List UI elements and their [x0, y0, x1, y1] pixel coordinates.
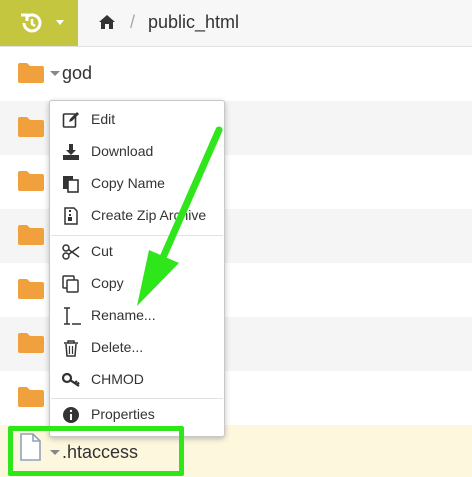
menu-item-download[interactable]: Download [50, 137, 224, 167]
scissors-icon [62, 244, 80, 260]
menu-item-label: Create Zip Archive [91, 207, 207, 223]
trash-icon [64, 340, 78, 357]
history-button[interactable] [0, 0, 78, 46]
folder-icon [18, 225, 44, 245]
breadcrumb-separator: / [130, 12, 136, 32]
menu-item-label: Edit [91, 111, 116, 127]
folder-icon [18, 63, 44, 83]
menu-item-label: CHMOD [91, 371, 144, 387]
edit-icon [62, 112, 79, 128]
menu-item-copy[interactable]: Copy [50, 269, 224, 299]
menu-item-delete[interactable]: Delete... [50, 333, 224, 363]
history-icon [21, 13, 42, 33]
menu-item-label: Delete... [91, 339, 144, 355]
context-menu: Edit Download Copy Name Create Zip Archi… [49, 100, 225, 437]
copy-name-icon [63, 176, 79, 193]
menu-divider [51, 398, 223, 399]
menu-item-cut[interactable]: Cut [50, 237, 224, 267]
file-name[interactable]: god [62, 63, 92, 84]
toolbar: / public_html [0, 0, 472, 47]
menu-item-label: Download [91, 143, 154, 159]
folder-icon [18, 171, 44, 191]
copy-icon [62, 275, 79, 293]
menu-item-label: Copy [91, 275, 124, 291]
file-row[interactable]: god [0, 47, 472, 101]
folder-icon [18, 333, 44, 353]
highlight-box [8, 426, 184, 476]
folder-icon [18, 387, 44, 407]
menu-item-label: Rename... [91, 307, 156, 323]
chevron-down-icon [56, 20, 64, 25]
zip-icon [64, 207, 78, 225]
key-icon [62, 372, 80, 387]
menu-item-label: Properties [91, 406, 155, 422]
text-cursor-icon [64, 307, 81, 325]
row-dropdown-caret[interactable] [50, 71, 60, 76]
menu-item-label: Copy Name [91, 175, 165, 191]
breadcrumb-path[interactable]: public_html [148, 12, 239, 33]
download-icon [63, 144, 79, 160]
menu-item-edit[interactable]: Edit [50, 105, 224, 135]
info-icon [63, 407, 79, 423]
folder-icon [18, 279, 44, 299]
menu-item-label: Cut [91, 243, 113, 259]
menu-item-copy-name[interactable]: Copy Name [50, 169, 224, 199]
home-icon[interactable] [98, 14, 116, 30]
menu-item-chmod[interactable]: CHMOD [50, 365, 224, 395]
menu-divider [51, 235, 223, 236]
menu-item-create-zip[interactable]: Create Zip Archive [50, 201, 224, 231]
folder-icon [18, 117, 44, 137]
menu-item-rename[interactable]: Rename... [50, 301, 224, 331]
